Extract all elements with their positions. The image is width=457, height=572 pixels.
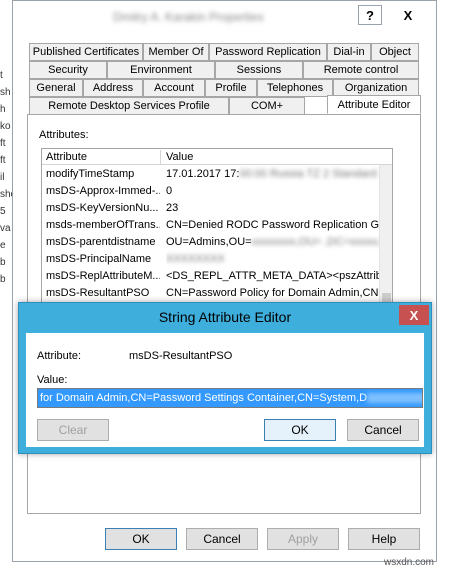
background-text: h	[0, 104, 6, 115]
attribute-row[interactable]: msDS-Approx-Immed-... 0	[42, 183, 380, 200]
column-header-value[interactable]: Value	[162, 150, 193, 164]
attribute-value: CN=Password Policy for Domain Admin,CN=P	[166, 285, 380, 302]
string-attribute-editor-dialog: String Attribute Editor X Attribute: msD…	[18, 302, 432, 454]
tab-published-certificates[interactable]: Published Certificates	[29, 43, 143, 61]
attribute-row[interactable]: msDS-PrincipalName XXXXXXXX	[42, 251, 380, 268]
background-text: t	[0, 70, 3, 81]
attribute-value: CN=Denied RODC Password Replication Gro	[166, 217, 380, 234]
attribute-value-visible: CN=Password Policy for Domain Admin,CN=P	[166, 287, 380, 299]
attribute-value: 0	[166, 183, 380, 200]
dialog-title: String Attribute Editor	[158, 309, 292, 325]
clear-button[interactable]: Clear	[37, 419, 109, 441]
background-text: 5	[0, 206, 6, 217]
background-text: she	[0, 189, 12, 200]
background-text: b	[0, 274, 6, 285]
dialog-ok-button[interactable]: OK	[264, 419, 336, 441]
attribute-label: Attribute:	[37, 350, 82, 362]
background-text: e	[0, 240, 6, 251]
tab-environment[interactable]: Environment	[107, 61, 215, 79]
tab-password-replication[interactable]: Password Replication	[209, 43, 327, 61]
redacted-selection	[367, 389, 422, 407]
ok-button[interactable]: OK	[105, 528, 177, 550]
value-label: Value:	[37, 374, 68, 386]
attribute-value: XXXXXXXX	[166, 251, 380, 268]
dialog-body: Attribute: msDS-ResultantPSO Value: for …	[26, 333, 424, 447]
attributes-label: Attributes:	[39, 129, 89, 141]
selected-value-text: for Domain Admin,CN=Password Settings Co…	[38, 389, 368, 407]
attribute-value-redacted: 00:00 Russia TZ 2 Standard	[239, 168, 377, 180]
tab-telephones[interactable]: Telephones	[257, 79, 333, 97]
attribute-name: msDS-parentdistname	[46, 236, 156, 248]
window-title: Dmitry A. Karakin Properties	[113, 10, 264, 24]
attribute-value: OU=Admins,OU=xxxxxxxx,OU= ,DC=xxxxx,DC=x…	[166, 234, 380, 251]
dialog-cancel-button[interactable]: Cancel	[347, 419, 419, 441]
attribute-name-value: msDS-ResultantPSO	[129, 350, 233, 362]
cancel-button[interactable]: Cancel	[186, 528, 258, 550]
tab-attribute-editor[interactable]: Attribute Editor	[327, 95, 421, 114]
properties-window: Dmitry A. Karakin Properties ? X Publish…	[12, 0, 437, 562]
attributes-list[interactable]: Attribute Value modifyTimeStamp 17.01.20…	[41, 148, 393, 308]
background-text: b	[0, 257, 6, 268]
attribute-row[interactable]: msDS-parentdistname OU=Admins,OU=xxxxxxx…	[42, 234, 380, 251]
background-text: ko	[0, 121, 11, 132]
background-text: il	[0, 172, 5, 183]
attribute-name: msDS-Approx-Immed-...	[46, 185, 160, 197]
tab-security[interactable]: Security	[29, 61, 107, 79]
attribute-name: msDS-KeyVersionNu...	[46, 202, 159, 214]
tab-remote-control[interactable]: Remote control	[303, 61, 419, 79]
close-title-button[interactable]: X	[390, 5, 426, 25]
attribute-row[interactable]: msDS-KeyVersionNu... 23	[42, 200, 380, 217]
background-window-fragment: t sh h ko ft ft il she 5 va e b b	[0, 70, 12, 291]
attribute-value: 17.01.2017 17:00:00 Russia TZ 2 Standard	[166, 166, 380, 183]
background-text: va	[0, 223, 11, 234]
attribute-name: msDS-ReplAttributeM...	[46, 270, 160, 282]
attributes-list-header: Attribute Value	[42, 149, 392, 165]
properties-titlebar[interactable]: Dmitry A. Karakin Properties ? X	[13, 1, 436, 33]
attribute-value-visible: 0	[166, 185, 173, 197]
attribute-value-visible: 23	[166, 202, 179, 214]
attribute-row[interactable]: msDS-ResultantPSO CN=Password Policy for…	[42, 285, 380, 302]
column-header-attribute[interactable]: Attribute	[42, 150, 161, 164]
attribute-value-visible: 17.01.2017 17:	[166, 168, 240, 180]
tab-general[interactable]: General	[29, 79, 83, 97]
tab-sessions[interactable]: Sessions	[215, 61, 303, 79]
watermark-text: wsxdn.com	[384, 557, 435, 568]
attribute-row[interactable]: msds-memberOfTrans... CN=Denied RODC Pas…	[42, 217, 380, 234]
background-text: sh	[0, 87, 11, 98]
attribute-value-visible: CN=Denied RODC Password Replication Gro	[166, 219, 380, 231]
help-title-button[interactable]: ?	[358, 5, 382, 25]
attribute-name: msDS-PrincipalName	[46, 253, 152, 265]
tab-account[interactable]: Account	[143, 79, 205, 97]
tab-remote-desktop-services-profile[interactable]: Remote Desktop Services Profile	[29, 97, 229, 115]
apply-button[interactable]: Apply	[267, 528, 339, 550]
attribute-row[interactable]: msDS-ReplAttributeM... <DS_REPL_ATTR_MET…	[42, 268, 380, 285]
tab-address[interactable]: Address	[83, 79, 143, 97]
attribute-value: 23	[166, 200, 380, 217]
attribute-value: <DS_REPL_ATTR_META_DATA><pszAttrib	[166, 268, 380, 285]
attribute-value-visible: OU=Admins,OU=	[166, 236, 252, 248]
background-text: ft	[0, 155, 6, 166]
attribute-name: msDS-ResultantPSO	[46, 287, 150, 299]
attribute-value-redacted: xxxxxxxx,OU= ,DC=xxxxx,DC=xx	[251, 236, 380, 248]
attributes-scrollbar[interactable]	[379, 165, 392, 307]
tab-member-of[interactable]: Member Of	[143, 43, 209, 61]
attribute-name: modifyTimeStamp	[46, 168, 135, 180]
help-button[interactable]: Help	[348, 528, 420, 550]
value-input[interactable]: for Domain Admin,CN=Password Settings Co…	[37, 388, 423, 408]
background-text: ft	[0, 138, 6, 149]
tab-profile[interactable]: Profile	[205, 79, 257, 97]
tab-object[interactable]: Object	[371, 43, 419, 61]
tab-com-plus[interactable]: COM+	[229, 97, 305, 115]
dialog-close-button[interactable]: X	[399, 305, 429, 325]
attribute-row[interactable]: modifyTimeStamp 17.01.2017 17:00:00 Russ…	[42, 166, 380, 183]
attribute-name: msds-memberOfTrans...	[46, 219, 160, 231]
attribute-value-visible: <DS_REPL_ATTR_META_DATA><pszAttrib	[166, 270, 380, 282]
attribute-value-redacted: XXXXXXXX	[166, 253, 225, 265]
tab-dial-in[interactable]: Dial-in	[327, 43, 371, 61]
